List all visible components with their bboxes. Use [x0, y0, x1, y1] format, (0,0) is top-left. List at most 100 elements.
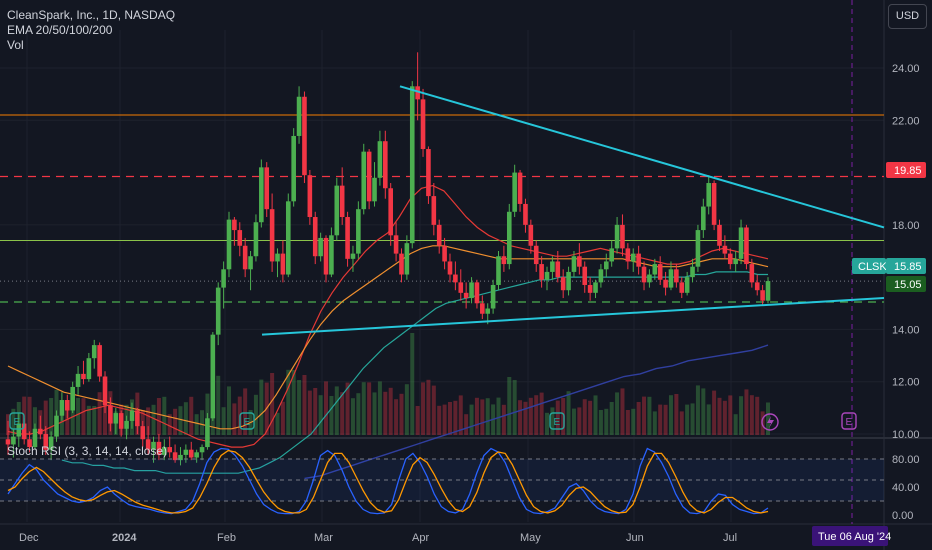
candle-body [210, 334, 216, 419]
volume-bar [280, 401, 285, 435]
volume-bar [297, 380, 302, 435]
candle-body [366, 151, 372, 202]
volume-bar [151, 404, 156, 435]
candle-body [167, 447, 173, 453]
candle-body [38, 428, 43, 434]
candle-body [232, 219, 237, 231]
volume-bar [480, 399, 485, 435]
volume-bar [744, 389, 749, 435]
candle-body [690, 266, 695, 278]
volume-bar [674, 394, 679, 435]
candle-body [248, 256, 253, 270]
price-chart[interactable]: 24.00 22.00 18.00 14.00 12.00 10.00 Dec 2024 Feb… [0, 0, 932, 550]
candle-body [86, 358, 92, 380]
candle-body [70, 386, 75, 411]
candle-body [485, 308, 491, 314]
volume-bar [604, 408, 609, 435]
ema-legend[interactable]: EMA 20/50/100/200 [7, 23, 175, 38]
candle-body [205, 418, 210, 448]
volume-bar [442, 404, 447, 435]
candle-body [91, 345, 97, 359]
volume-bar [216, 375, 221, 435]
candle-body [577, 256, 582, 267]
candle-body [102, 376, 108, 406]
earnings-letter: E [14, 417, 21, 428]
candle-body [506, 211, 512, 265]
descending-trendline [399, 85, 885, 229]
volume-bar [739, 396, 744, 435]
candle-body [544, 271, 550, 280]
volume-bar [668, 395, 673, 435]
candle-body [81, 373, 86, 380]
candle-body [663, 279, 668, 288]
candle-body [113, 413, 119, 424]
candle-body [727, 253, 733, 265]
candle-body [356, 209, 361, 254]
volume-bar [447, 402, 452, 435]
volume-bar [49, 398, 54, 435]
candle-body [760, 290, 765, 301]
x-tick-label: Jun [626, 532, 644, 544]
candle-body [118, 413, 124, 429]
volume-bar [350, 398, 355, 435]
y-tick-label: 22.00 [892, 115, 920, 127]
volume-legend[interactable]: Vol [7, 38, 175, 53]
earnings-marker: E [841, 412, 857, 430]
candle-body [345, 217, 350, 259]
candle-body [431, 196, 437, 225]
volume-bar [221, 407, 226, 435]
candle-body [108, 405, 113, 424]
volume-bar [501, 404, 506, 435]
candle-body [199, 447, 205, 453]
candle-body [625, 248, 631, 262]
currency-button[interactable]: USD [888, 4, 927, 29]
candle-body [285, 201, 291, 275]
candle-body [738, 227, 744, 259]
candle-body [339, 185, 345, 218]
volume-bar [642, 396, 647, 435]
volume-bar [92, 406, 97, 435]
volume-bar [571, 408, 576, 435]
volume-bar [620, 388, 625, 435]
candle-body [744, 227, 749, 265]
volume-bar [27, 396, 32, 435]
candle-body [215, 287, 221, 335]
candle-body [630, 253, 636, 262]
candle-body [609, 248, 614, 262]
volume-bar [232, 403, 237, 435]
candle-body [453, 274, 458, 283]
volume-bar [453, 400, 458, 435]
candle-body [641, 266, 647, 283]
ticker-tag: CLSK [858, 261, 887, 273]
volume-bar [577, 407, 582, 435]
candle-body [75, 373, 81, 387]
volume-bar [615, 392, 620, 435]
volume-bar [388, 387, 393, 435]
volume-bar [431, 385, 436, 435]
candle-body [657, 264, 663, 280]
candle-body [679, 282, 685, 293]
volume-bar [404, 384, 409, 435]
x-tick-label: 2024 [112, 532, 137, 544]
volume-bar [361, 382, 366, 435]
volume-bar [399, 393, 404, 435]
candle-body [312, 217, 318, 257]
candle-body [64, 400, 70, 411]
volume-bar [582, 399, 587, 435]
candle-body [711, 183, 717, 225]
volume-bar [647, 396, 652, 435]
resistance-tag: 19.85 [894, 165, 922, 177]
volume-bar [733, 414, 738, 435]
rsi-tick-label: 40.00 [892, 482, 920, 494]
trendlines[interactable] [261, 85, 885, 336]
candle-body [754, 282, 760, 291]
symbol-title[interactable]: CleanSpark, Inc., 1D, NASDAQ [7, 8, 175, 23]
candle-body [550, 261, 555, 272]
volume-bar [512, 380, 517, 435]
volume-bar [415, 406, 420, 435]
candle-body [296, 96, 302, 136]
volume-bar [200, 410, 205, 435]
volume-bar [329, 396, 334, 435]
stoch-rsi-legend[interactable]: Stoch RSI (3, 3, 14, 14, close) [7, 444, 167, 458]
volume-bar [259, 379, 264, 435]
